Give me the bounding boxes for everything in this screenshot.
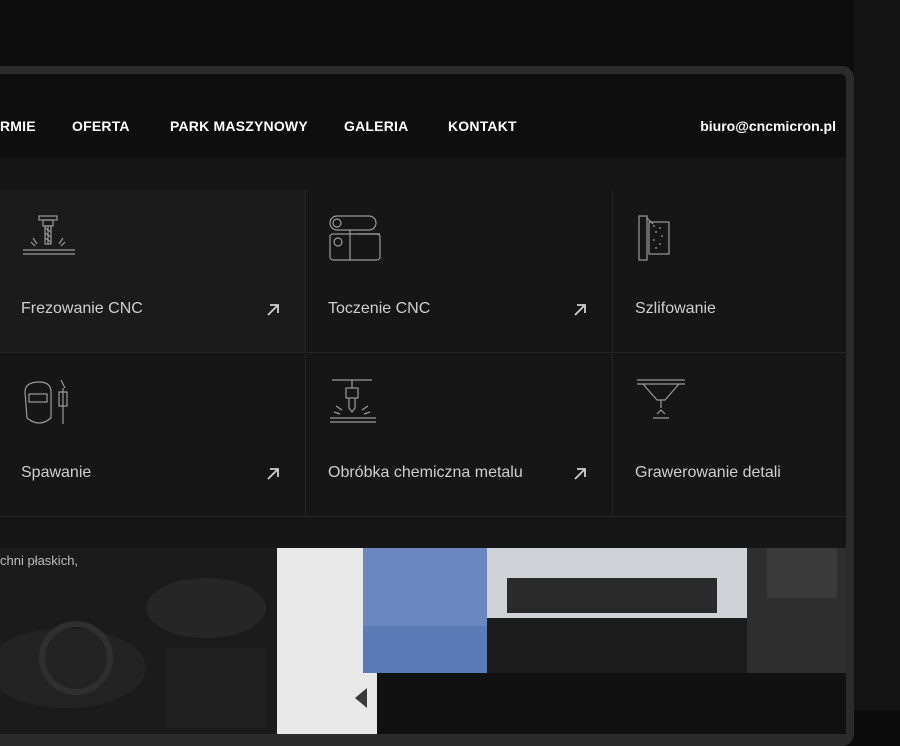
page-edge bbox=[854, 0, 900, 710]
service-tile-grawerowanie[interactable]: Grawerowanie detali bbox=[614, 354, 846, 517]
arrow-up-right-icon bbox=[267, 304, 279, 316]
service-label: Obróbka chemiczna metalu bbox=[328, 464, 523, 481]
service-label: Spawanie bbox=[21, 464, 92, 481]
chemical-treatment-icon bbox=[330, 379, 376, 423]
machining-photo bbox=[0, 548, 277, 734]
arrow-up-right-icon bbox=[574, 304, 586, 316]
milling-icon bbox=[23, 215, 75, 255]
hero-section: chni płaskich, bbox=[0, 548, 846, 734]
arrow-up-right-icon bbox=[574, 468, 586, 480]
nav-item-oferta[interactable]: OFERTA bbox=[72, 118, 130, 134]
service-label: Toczenie CNC bbox=[328, 300, 431, 317]
service-label: Frezowanie CNC bbox=[21, 300, 143, 317]
nav-item-o-firmie[interactable]: RMIE bbox=[0, 118, 36, 134]
lathe-icon bbox=[329, 215, 381, 261]
hero-text: chni płaskich, bbox=[0, 553, 79, 568]
service-tile-spawanie[interactable]: Spawanie bbox=[0, 354, 306, 517]
grinding-icon bbox=[638, 215, 670, 261]
service-label: Grawerowanie detali bbox=[635, 464, 781, 481]
nav-item-park-maszynowy[interactable]: PARK MASZYNOWY bbox=[170, 118, 308, 134]
service-tile-toczenie[interactable]: Toczenie CNC bbox=[307, 190, 613, 353]
service-tile-obrobka-chemiczna[interactable]: Obróbka chemiczna metalu bbox=[307, 354, 613, 517]
services-dropdown: Frezowanie CNC Toczenie CNC Szlifowanie … bbox=[0, 158, 846, 548]
cnc-machine-image bbox=[277, 548, 846, 734]
service-tile-szlifowanie[interactable]: Szlifowanie bbox=[614, 190, 846, 353]
arrow-up-right-icon bbox=[267, 468, 279, 480]
email-link[interactable]: biuro@cncmicron.pl bbox=[700, 118, 836, 134]
website-screen: RMIE OFERTA PARK MASZYNOWY GALERIA KONTA… bbox=[0, 74, 846, 734]
nav-item-galeria[interactable]: GALERIA bbox=[344, 118, 408, 134]
top-navigation: RMIE OFERTA PARK MASZYNOWY GALERIA KONTA… bbox=[0, 74, 846, 158]
welding-mask-icon bbox=[24, 379, 68, 424]
service-tile-frezowanie[interactable]: Frezowanie CNC bbox=[0, 190, 306, 353]
hero-photo-machine bbox=[277, 548, 846, 734]
engraving-icon bbox=[637, 379, 685, 419]
nav-item-kontakt[interactable]: KONTAKT bbox=[448, 118, 517, 134]
service-label: Szlifowanie bbox=[635, 300, 716, 317]
hero-photo-dark: chni płaskich, bbox=[0, 548, 277, 734]
